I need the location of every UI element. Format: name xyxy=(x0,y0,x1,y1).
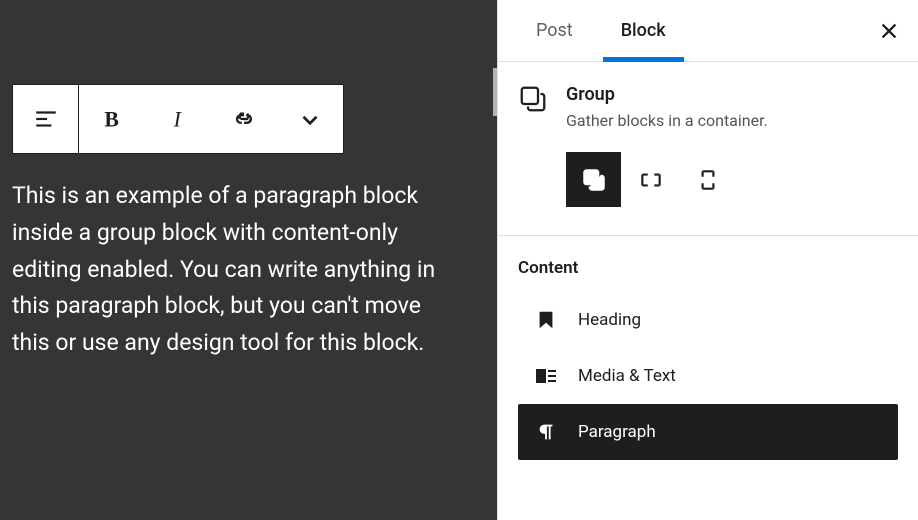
settings-sidebar: Post Block Group Gather blocks in a cont… xyxy=(497,0,918,520)
layout-row-button[interactable] xyxy=(623,152,678,207)
block-title: Group xyxy=(566,84,898,105)
content-item-media-text[interactable]: Media & Text xyxy=(518,348,898,404)
heading-icon xyxy=(534,308,558,332)
content-item-paragraph[interactable]: Paragraph xyxy=(518,404,898,460)
group-icon xyxy=(518,84,548,114)
content-section-title: Content xyxy=(518,258,898,278)
svg-text:B: B xyxy=(104,108,118,132)
editor-canvas: B I This is an example of a paragraph bl… xyxy=(0,0,497,520)
layout-options xyxy=(566,152,898,207)
content-section: Content Heading Media & Text xyxy=(498,236,918,460)
bold-button[interactable]: B xyxy=(79,85,145,153)
tab-block[interactable]: Block xyxy=(597,0,690,61)
layout-group-button[interactable] xyxy=(566,152,621,207)
italic-button[interactable]: I xyxy=(145,85,211,153)
close-sidebar-button[interactable] xyxy=(874,16,904,46)
content-item-label: Media & Text xyxy=(578,366,676,386)
paragraph-block[interactable]: This is an example of a paragraph block … xyxy=(8,178,489,362)
content-item-label: Paragraph xyxy=(578,422,656,442)
sidebar-tabs: Post Block xyxy=(498,0,918,62)
link-button[interactable] xyxy=(211,85,277,153)
block-info-panel: Group Gather blocks in a container. xyxy=(498,62,918,236)
block-description: Gather blocks in a container. xyxy=(566,111,898,130)
block-toolbar: B I xyxy=(12,84,344,154)
content-item-heading[interactable]: Heading xyxy=(518,292,898,348)
media-text-icon xyxy=(534,364,558,388)
content-item-label: Heading xyxy=(578,310,641,330)
svg-text:I: I xyxy=(173,108,183,132)
align-button[interactable] xyxy=(13,85,79,153)
paragraph-icon xyxy=(534,420,558,444)
more-button[interactable] xyxy=(277,85,343,153)
tab-post[interactable]: Post xyxy=(512,0,597,61)
layout-stack-button[interactable] xyxy=(680,152,735,207)
